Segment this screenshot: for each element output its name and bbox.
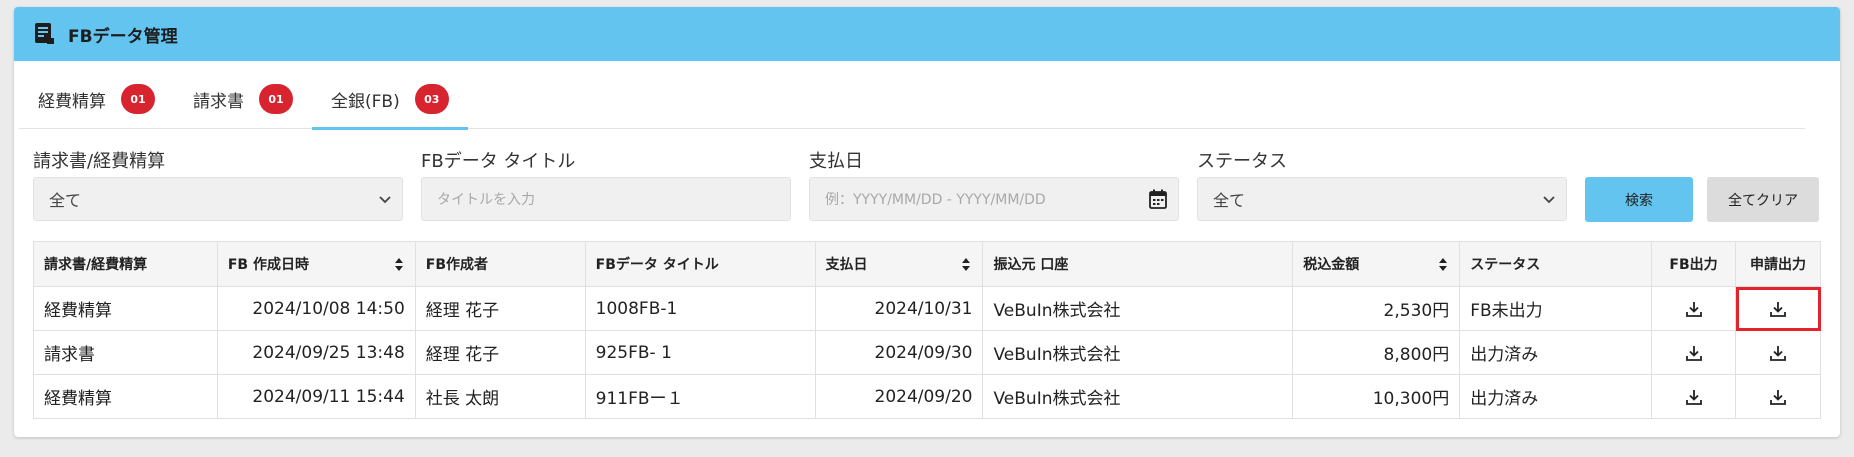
download-icon[interactable]	[1685, 344, 1703, 362]
download-icon[interactable]	[1769, 300, 1787, 318]
header-app-output: 申請出力	[1735, 241, 1821, 287]
sort-icon[interactable]	[962, 258, 971, 271]
calendar-icon[interactable]	[1149, 189, 1167, 209]
cell-created-at: 2024/10/08 14:50	[216, 286, 416, 331]
download-icon[interactable]	[1769, 388, 1787, 406]
sort-icon[interactable]	[394, 258, 403, 271]
count-badge: 01	[259, 84, 293, 114]
header-title: FBデータ タイトル	[584, 241, 816, 287]
status-select-value: 全て	[1213, 191, 1246, 210]
fb-data-table: 請求書/経費精算 FB 作成日時 FB作成者 FBデータ タイトル 支払日 振込…	[33, 241, 1821, 419]
app-output-cell	[1735, 374, 1821, 419]
cell-account: VeBuIn株式会社	[982, 286, 1294, 331]
table-row: 請求書 2024/09/25 13:48 経理 花子 925FB- 1 2024…	[33, 330, 1821, 375]
status-select[interactable]: 全て	[1197, 177, 1567, 221]
search-button[interactable]: 検索	[1585, 177, 1693, 222]
cell-title: 925FB- 1	[584, 330, 816, 375]
chevron-down-icon	[1543, 196, 1555, 204]
table-row: 経費精算 2024/10/08 14:50 経理 花子 1008FB-1 202…	[33, 286, 1821, 331]
cell-created-at: 2024/09/11 15:44	[216, 374, 416, 419]
cell-status: FB未出力	[1459, 286, 1653, 331]
tab-label: 請求書	[193, 91, 244, 112]
type-select-value: 全て	[49, 191, 82, 210]
tab-bar: 経費精算 01 請求書 01 全銀(FB) 03	[19, 69, 1805, 130]
cell-pay-date: 2024/10/31	[814, 286, 984, 331]
header-account: 振込元 口座	[982, 241, 1294, 287]
download-icon[interactable]	[1769, 344, 1787, 362]
type-filter-label: 請求書/経費精算	[33, 151, 166, 172]
tab-zengin-fb[interactable]: 全銀(FB) 03	[312, 69, 468, 130]
app-output-cell	[1735, 330, 1821, 375]
cell-amount: 10,300円	[1292, 374, 1461, 419]
cell-pay-date: 2024/09/20	[814, 374, 984, 419]
status-filter-label: ステータス	[1197, 151, 1287, 172]
chevron-down-icon	[379, 196, 391, 204]
cell-type: 経費精算	[33, 374, 218, 419]
download-icon[interactable]	[1685, 388, 1703, 406]
date-filter-label: 支払日	[809, 151, 863, 172]
page-title: FBデータ管理	[68, 26, 178, 47]
cell-title: 911FBー１	[584, 374, 816, 419]
cell-creator: 経理 花子	[414, 330, 586, 375]
title-filter-label: FBデータ タイトル	[421, 151, 576, 172]
tab-label: 全銀(FB)	[331, 91, 400, 112]
fb-output-cell	[1651, 330, 1736, 375]
header-amount-label: 税込金額	[1303, 257, 1360, 273]
header-amount[interactable]: 税込金額	[1292, 241, 1461, 287]
cell-status: 出力済み	[1459, 330, 1653, 375]
document-icon	[34, 22, 56, 46]
header-status: ステータス	[1459, 241, 1653, 287]
header-type: 請求書/経費精算	[33, 241, 218, 287]
header-pay-date[interactable]: 支払日	[814, 241, 984, 287]
card-header: FBデータ管理	[14, 7, 1840, 61]
title-input-placeholder: タイトルを入力	[437, 192, 535, 208]
header-fb-output: FB出力	[1651, 241, 1736, 287]
count-badge: 03	[414, 84, 449, 114]
fb-output-cell	[1651, 286, 1736, 331]
cell-type: 経費精算	[33, 286, 218, 331]
cell-account: VeBuIn株式会社	[982, 330, 1294, 375]
cell-creator: 社長 太朗	[414, 374, 586, 419]
header-creator: FB作成者	[414, 241, 586, 287]
header-created-at-label: FB 作成日時	[227, 257, 309, 273]
cell-title: 1008FB-1	[584, 286, 816, 331]
date-range-input[interactable]: 例：YYYY/MM/DD - YYYY/MM/DD	[809, 177, 1179, 221]
table-header-row: 請求書/経費精算 FB 作成日時 FB作成者 FBデータ タイトル 支払日 振込…	[33, 241, 1821, 287]
clear-all-button[interactable]: 全てクリア	[1707, 177, 1819, 222]
fb-output-cell	[1651, 374, 1736, 419]
tab-expense[interactable]: 経費精算 01	[19, 69, 174, 129]
cell-amount: 8,800円	[1292, 330, 1461, 375]
download-icon[interactable]	[1685, 300, 1703, 318]
cell-creator: 経理 花子	[414, 286, 586, 331]
header-created-at[interactable]: FB 作成日時	[216, 241, 416, 287]
cell-amount: 2,530円	[1292, 286, 1461, 331]
cell-account: VeBuIn株式会社	[982, 374, 1294, 419]
count-badge: 01	[121, 84, 155, 114]
tab-invoice[interactable]: 請求書 01	[174, 69, 312, 129]
title-input[interactable]: タイトルを入力	[421, 177, 791, 221]
header-pay-date-label: 支払日	[825, 257, 868, 273]
date-input-placeholder: 例：YYYY/MM/DD - YYYY/MM/DD	[825, 192, 1046, 208]
cell-pay-date: 2024/09/30	[814, 330, 984, 375]
app-output-cell	[1735, 286, 1821, 331]
tab-label: 経費精算	[38, 91, 106, 112]
cell-status: 出力済み	[1459, 374, 1653, 419]
sort-icon[interactable]	[1439, 258, 1448, 271]
type-select[interactable]: 全て	[33, 177, 403, 221]
table-row: 経費精算 2024/09/11 15:44 社長 太朗 911FBー１ 2024…	[33, 374, 1821, 419]
cell-type: 請求書	[33, 330, 218, 375]
cell-created-at: 2024/09/25 13:48	[216, 330, 416, 375]
